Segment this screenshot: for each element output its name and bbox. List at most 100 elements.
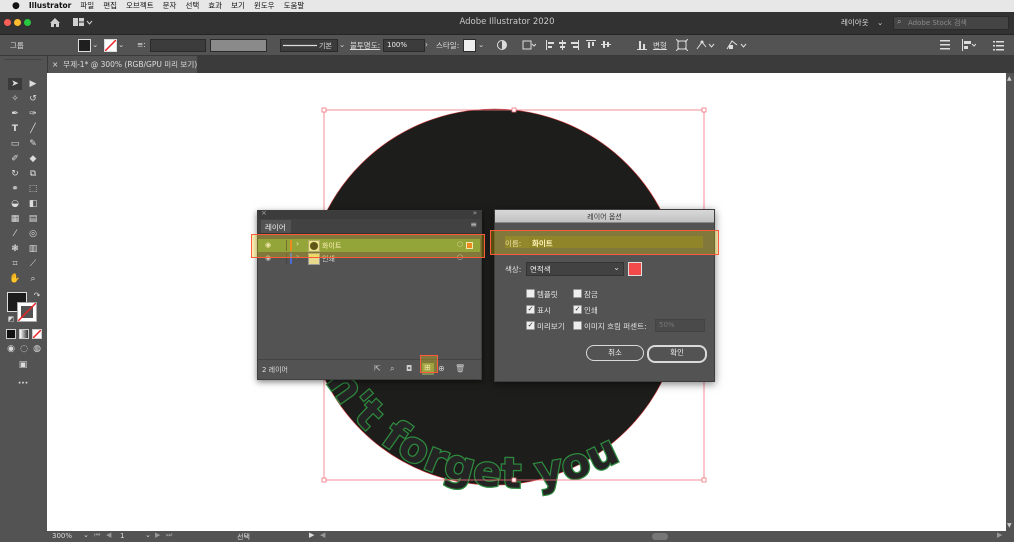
layers-tab[interactable]: 레이어 — [261, 220, 291, 233]
free-transform-tool-icon[interactable]: ⬚ — [26, 183, 40, 195]
vertical-scrollbar[interactable]: ▲ ▼ — [1006, 73, 1014, 531]
gradient-mode-icon[interactable] — [19, 329, 29, 339]
chevron-down-icon[interactable]: ⌄ — [83, 531, 89, 539]
ok-button[interactable]: 확인 — [647, 345, 707, 363]
pen-tool-icon[interactable]: ✒ — [8, 108, 22, 120]
blend-tool-icon[interactable]: ◎ — [26, 228, 40, 240]
menu-window[interactable]: 윈도우 — [254, 0, 275, 12]
line-tool-icon[interactable]: ╱ — [26, 123, 40, 135]
layers-panel-header[interactable]: × » — [258, 209, 481, 219]
gradient-tool-icon[interactable]: ▤ — [26, 213, 40, 225]
template-checkbox[interactable] — [526, 289, 535, 298]
draw-normal-icon[interactable]: ◉ — [4, 343, 18, 355]
symbol-sprayer-tool-icon[interactable]: ❃ — [8, 243, 22, 255]
last-artboard-icon[interactable]: ⏭ — [166, 531, 172, 540]
stock-search-box[interactable]: ⌕ Adobe Stock 검색 — [893, 16, 1009, 30]
paintbrush-tool-icon[interactable]: ✎ — [26, 138, 40, 150]
zoom-level[interactable]: 300% — [52, 532, 72, 540]
export-assets-icon[interactable]: ⇱ — [374, 364, 381, 373]
rectangle-tool-icon[interactable]: ▭ — [8, 138, 22, 150]
scroll-left-icon[interactable]: ◀ — [320, 531, 325, 539]
hand-tool-icon[interactable]: ✋ — [8, 273, 22, 285]
next-artboard-icon[interactable]: ▶ — [155, 531, 160, 539]
screen-mode-icon[interactable]: ▣ — [16, 359, 30, 371]
selection-tool-icon[interactable]: ➤ — [8, 78, 22, 90]
scroll-down-icon[interactable]: ▼ — [1007, 522, 1012, 529]
eraser-tool-icon[interactable]: ◆ — [26, 153, 40, 165]
menu-object[interactable]: 오브젝트 — [126, 0, 154, 12]
chevron-down-icon[interactable]: ⌄ — [118, 40, 124, 49]
chevron-down-icon[interactable]: ⌄ — [92, 40, 98, 49]
prev-artboard-icon[interactable]: ◀ — [106, 531, 111, 539]
graphic-style-swatch[interactable] — [463, 39, 476, 52]
stroke-weight-field[interactable] — [150, 39, 206, 52]
make-clipping-mask-icon[interactable]: ◘ — [406, 364, 412, 373]
scroll-up-icon[interactable]: ▲ — [1007, 75, 1012, 82]
align-panel-icon[interactable] — [962, 39, 976, 51]
trash-icon[interactable]: 🗑 — [455, 364, 465, 373]
stroke-color-swatch[interactable] — [104, 39, 117, 52]
new-layer-icon[interactable]: ⊕ — [438, 364, 445, 373]
shape-builder-tool-icon[interactable]: ◒ — [8, 198, 22, 210]
cancel-button[interactable]: 취소 — [586, 345, 644, 361]
artboard-number[interactable]: 1 — [120, 532, 124, 540]
horizontal-scroll-thumb[interactable] — [652, 533, 668, 540]
direct-selection-tool-icon[interactable]: ▶ — [26, 78, 40, 90]
eyedropper-tool-icon[interactable]: ⁄ — [8, 228, 22, 240]
menu-help[interactable]: 도움말 — [284, 0, 305, 12]
magic-wand-tool-icon[interactable]: ✧ — [8, 93, 22, 105]
align-buttons-icon[interactable] — [546, 40, 616, 50]
opacity-field[interactable]: 100% — [383, 39, 425, 52]
menu-illustrator[interactable]: Illustrator — [29, 0, 72, 12]
chevron-right-icon[interactable]: › — [425, 40, 428, 49]
dialog-title-bar[interactable]: 레이어 옵션 — [495, 210, 714, 223]
collapse-panel-icon[interactable]: » — [473, 209, 477, 217]
mesh-tool-icon[interactable]: ▦ — [8, 213, 22, 225]
chevron-down-icon[interactable]: ⌄ — [145, 531, 151, 539]
draw-behind-icon[interactable]: ◌ — [17, 343, 31, 355]
align-bottom-icon[interactable] — [637, 40, 647, 50]
fill-color-swatch[interactable] — [78, 39, 91, 52]
menu-file[interactable]: 파일 — [80, 0, 94, 12]
opacity-label[interactable]: 불투명도: — [350, 40, 380, 51]
lasso-tool-icon[interactable]: ↺ — [26, 93, 40, 105]
chevron-down-icon[interactable]: ⌄ — [478, 40, 484, 49]
rotate-tool-icon[interactable]: ↻ — [8, 168, 22, 180]
live-paint-tool-icon[interactable]: ◧ — [26, 198, 40, 210]
draw-inside-icon[interactable]: ◍ — [30, 343, 44, 355]
artboard-tool-icon[interactable]: ⌗ — [8, 258, 22, 270]
apple-icon[interactable]: ● — [12, 0, 20, 12]
panel-menu-icon[interactable]: ≡ — [470, 220, 477, 229]
panel-options-icon[interactable] — [940, 39, 950, 51]
control-bar-menu-icon[interactable] — [993, 39, 1004, 51]
first-artboard-icon[interactable]: ⏮ — [94, 531, 100, 540]
puppet-warp-icon[interactable] — [696, 39, 716, 51]
close-tab-icon[interactable]: × — [52, 60, 58, 69]
menu-view[interactable]: 보기 — [231, 0, 245, 12]
document-tab[interactable]: × 무제-1* @ 300% (RGB/GPU 미리 보기) — [47, 56, 197, 73]
default-colors-icon[interactable]: ◩ — [4, 313, 18, 325]
transform-label[interactable]: 변형 — [653, 40, 667, 51]
color-swatch[interactable] — [628, 262, 642, 276]
shaper-tool-icon[interactable]: ✐ — [8, 153, 22, 165]
color-mode-icon[interactable] — [6, 329, 16, 339]
none-mode-icon[interactable] — [32, 329, 42, 339]
close-panel-icon[interactable]: × — [261, 209, 267, 217]
zoom-tool-icon[interactable]: ⌕ — [26, 273, 40, 285]
lock-checkbox[interactable] — [573, 289, 582, 298]
scale-tool-icon[interactable]: ⧉ — [26, 168, 40, 180]
workspace-switcher[interactable]: 레이아웃 ⌄ — [841, 17, 883, 28]
color-select[interactable]: 연적색 ⌄ — [526, 262, 624, 276]
locate-object-icon[interactable]: ⌕ — [390, 364, 394, 374]
status-menu-icon[interactable]: ▶ — [309, 531, 314, 539]
menu-select[interactable]: 선택 — [185, 0, 199, 12]
recolor-artwork-icon[interactable] — [496, 39, 508, 51]
menu-type[interactable]: 문자 — [163, 0, 177, 12]
arrange-options-icon[interactable] — [726, 39, 750, 51]
column-graph-tool-icon[interactable]: ▥ — [26, 243, 40, 255]
curvature-tool-icon[interactable]: ✑ — [26, 108, 40, 120]
show-checkbox[interactable]: ✓ — [526, 305, 535, 314]
dim-images-checkbox[interactable] — [573, 321, 582, 330]
tools-grip[interactable] — [4, 59, 42, 60]
scroll-right-icon[interactable]: ▶ — [997, 531, 1002, 539]
